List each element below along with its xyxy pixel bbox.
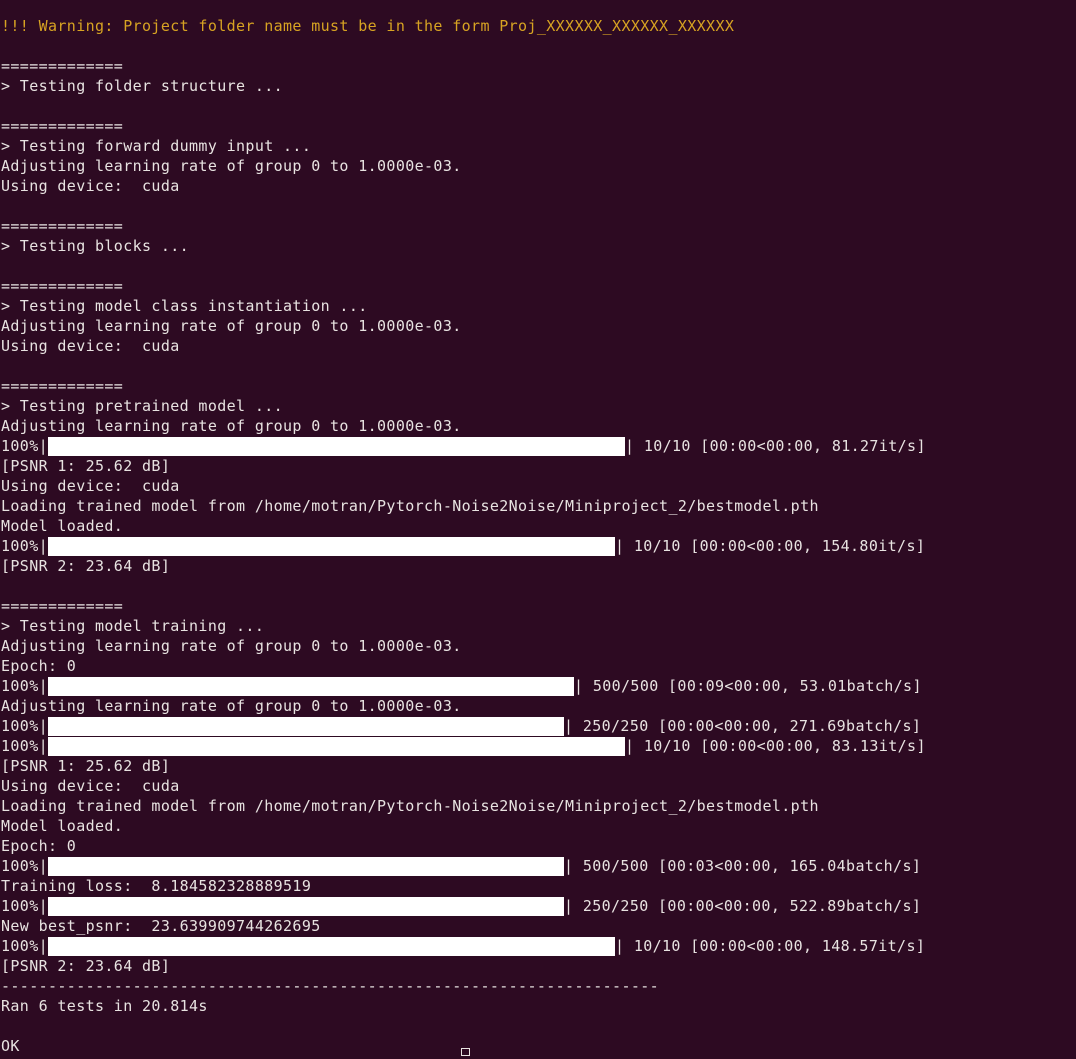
output-line: ============= xyxy=(1,277,124,295)
progress-percent-label: 100%| xyxy=(1,937,49,955)
output-line: > Testing blocks ... xyxy=(1,237,190,255)
progress-percent-label: 100%| xyxy=(1,717,49,735)
progress-percent-label: 100%| xyxy=(1,857,49,875)
progress-bar-line: 100%| | 500/500 [00:03<00:00, 165.04batch… xyxy=(1,856,926,876)
output-line: Adjusting learning rate of group 0 to 1.… xyxy=(1,317,462,335)
output-line: [PSNR 2: 23.64 dB] xyxy=(1,957,171,975)
progress-bar-fill xyxy=(48,716,565,736)
progress-bar-fill xyxy=(48,736,626,756)
output-line: Loading trained model from /home/motran/… xyxy=(1,497,819,515)
text-cursor xyxy=(461,1048,470,1056)
progress-bar-stats: | 10/10 [00:00<00:00, 148.57it/s] xyxy=(615,937,926,955)
progress-percent-label: 100%| xyxy=(1,737,49,755)
output-line: Epoch: 0 xyxy=(1,657,77,675)
progress-bar-fill xyxy=(48,936,616,956)
output-line: Using device: cuda xyxy=(1,777,180,795)
output-line: Ran 6 tests in 20.814s xyxy=(1,997,208,1015)
output-line: [PSNR 1: 25.62 dB] xyxy=(1,757,171,775)
progress-percent-label: 100%| xyxy=(1,897,49,915)
output-line: New best_psnr: 23.639909744262695 xyxy=(1,917,321,935)
progress-bar-line: 100%| | 10/10 [00:00<00:00, 154.80it/s] xyxy=(1,536,926,556)
output-line: > Testing forward dummy input ... xyxy=(1,137,312,155)
output-line: Adjusting learning rate of group 0 to 1.… xyxy=(1,637,462,655)
output-line: ============= xyxy=(1,117,124,135)
output-line: ============= xyxy=(1,377,124,395)
output-line: Model loaded. xyxy=(1,517,124,535)
progress-bar-stats: | 500/500 [00:03<00:00, 165.04batch/s] xyxy=(564,857,922,875)
progress-bar-line: 100%| | 10/10 [00:00<00:00, 83.13it/s] xyxy=(1,736,926,756)
progress-bar-stats: | 10/10 [00:00<00:00, 154.80it/s] xyxy=(615,537,926,555)
output-line: > Testing pretrained model ... xyxy=(1,397,284,415)
output-line: Using device: cuda xyxy=(1,337,180,355)
output-line: Using device: cuda xyxy=(1,477,180,495)
progress-bar-stats: | 500/500 [00:09<00:00, 53.01batch/s] xyxy=(574,677,922,695)
progress-bar-line: 100%| | 250/250 [00:00<00:00, 271.69batch… xyxy=(1,716,926,736)
output-line: Adjusting learning rate of group 0 to 1.… xyxy=(1,157,462,175)
output-line: ----------------------------------------… xyxy=(1,977,660,995)
terminal-window[interactable]: !!! Warning: Project folder name must be… xyxy=(0,0,1076,1059)
output-line: Epoch: 0 xyxy=(1,837,77,855)
output-line: > Testing model class instantiation ... xyxy=(1,297,368,315)
progress-bar-line: 100%| | 10/10 [00:00<00:00, 148.57it/s] xyxy=(1,936,926,956)
terminal-output: !!! Warning: Project folder name must be… xyxy=(1,16,926,1056)
output-line: [PSNR 2: 23.64 dB] xyxy=(1,557,171,575)
progress-bar-fill xyxy=(48,856,565,876)
progress-percent-label: 100%| xyxy=(1,537,49,555)
progress-bar-line: 100%| | 500/500 [00:09<00:00, 53.01batch/… xyxy=(1,676,926,696)
progress-bar-stats: | 10/10 [00:00<00:00, 81.27it/s] xyxy=(625,437,926,455)
progress-bar-fill xyxy=(48,436,626,456)
progress-bar-line: 100%| | 250/250 [00:00<00:00, 522.89batch… xyxy=(1,896,926,916)
output-line: > Testing model training ... xyxy=(1,617,265,635)
progress-bar-stats: | 250/250 [00:00<00:00, 271.69batch/s] xyxy=(564,717,922,735)
output-line: Using device: cuda xyxy=(1,177,180,195)
output-line: Model loaded. xyxy=(1,817,124,835)
output-line: Adjusting learning rate of group 0 to 1.… xyxy=(1,417,462,435)
progress-bar-fill xyxy=(48,536,616,556)
progress-bar-stats: | 250/250 [00:00<00:00, 522.89batch/s] xyxy=(564,897,922,915)
progress-bar-fill xyxy=(48,676,575,696)
output-line: ============= xyxy=(1,597,124,615)
progress-percent-label: 100%| xyxy=(1,677,49,695)
output-line: ============= xyxy=(1,217,124,235)
output-line: Training loss: 8.184582328889519 xyxy=(1,877,312,895)
output-line: Loading trained model from /home/motran/… xyxy=(1,797,819,815)
output-line: ============= xyxy=(1,57,124,75)
progress-bar-line: 100%| | 10/10 [00:00<00:00, 81.27it/s] xyxy=(1,436,926,456)
output-line: Adjusting learning rate of group 0 to 1.… xyxy=(1,697,462,715)
output-line: [PSNR 1: 25.62 dB] xyxy=(1,457,171,475)
progress-bar-fill xyxy=(48,896,565,916)
warning-line: !!! Warning: Project folder name must be… xyxy=(1,17,735,35)
progress-percent-label: 100%| xyxy=(1,437,49,455)
progress-bar-stats: | 10/10 [00:00<00:00, 83.13it/s] xyxy=(625,737,926,755)
output-line: > Testing folder structure ... xyxy=(1,77,284,95)
